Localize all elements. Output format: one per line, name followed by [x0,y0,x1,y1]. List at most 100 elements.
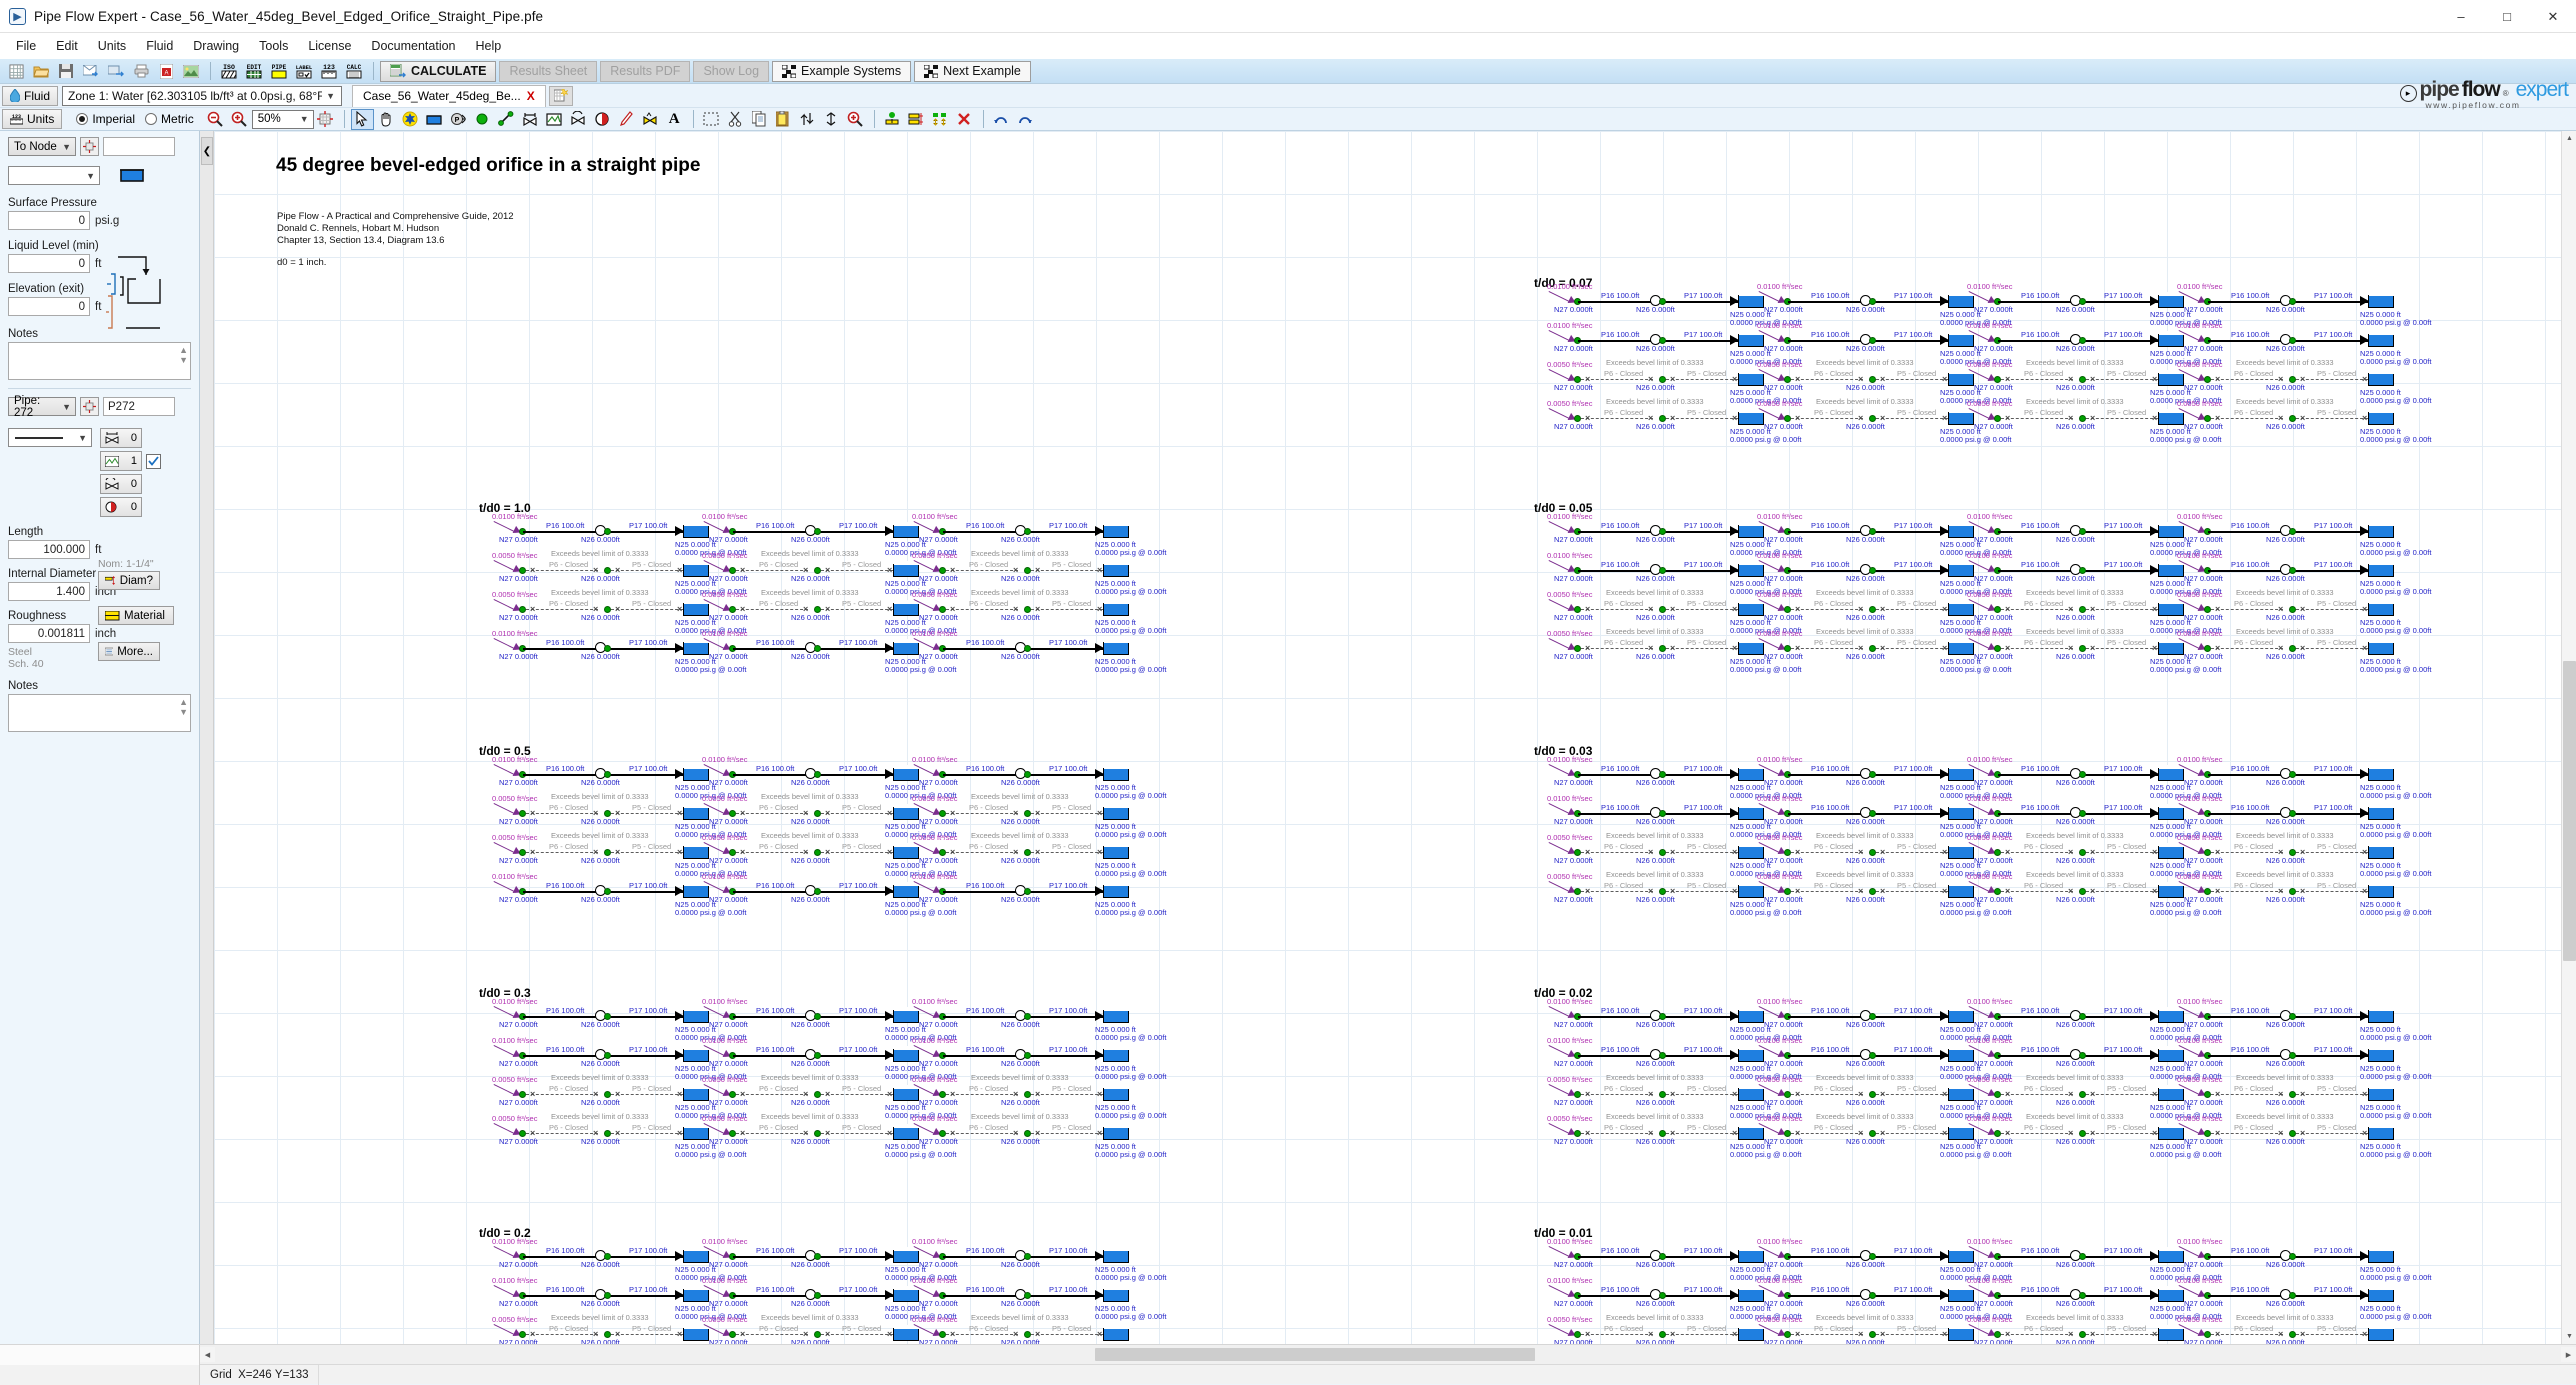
menu-units[interactable]: Units [88,36,136,56]
new-system-icon[interactable] [4,60,28,82]
paste-tool[interactable] [772,109,795,130]
zoom-out-icon[interactable] [204,109,227,130]
email-icon[interactable] [79,60,103,82]
close-button[interactable]: ✕ [2530,0,2576,33]
canvas-vertical-scrollbar[interactable]: ▲ ▼ [2561,131,2576,1344]
length-input[interactable]: 100.000 [8,540,90,559]
results-sheet-button[interactable]: Results Sheet [499,60,598,82]
internal-diameter-input[interactable]: 1.400 [8,582,90,601]
zoom-region-tool[interactable] [844,109,867,130]
control-valve-count[interactable]: 0 [100,497,142,517]
control-valve-tool[interactable] [567,109,590,130]
menu-file[interactable]: File [6,36,46,56]
save-file-icon[interactable] [54,60,78,82]
valve-tool[interactable] [519,109,542,130]
pump-count[interactable]: 0 [100,474,142,494]
menu-drawing[interactable]: Drawing [183,36,249,56]
image-export-icon[interactable] [179,60,203,82]
units-button[interactable]: 123 Units [2,109,63,129]
scroll-down-arrow[interactable]: ▼ [2562,1329,2576,1344]
fitting-tool[interactable] [639,109,662,130]
calc-mode-icon[interactable]: CALC [342,60,366,82]
numbers-mode-icon[interactable]: 123 [317,60,341,82]
component-enabled-checkbox[interactable] [146,453,161,469]
valve-count[interactable]: 0 [100,428,142,448]
pdf-icon[interactable]: A [154,60,178,82]
menu-documentation[interactable]: Documentation [361,36,465,56]
zoom-in-icon[interactable] [228,109,251,130]
undo-tool[interactable] [990,109,1013,130]
flip-horizontal-tool[interactable] [820,109,843,130]
text-tool[interactable]: A [663,109,686,130]
pipe-name-input[interactable]: P272 [103,397,175,416]
label-mode-icon[interactable]: LABEL [292,60,316,82]
fluid-button[interactable]: Fluid [2,85,59,106]
pipe-tool[interactable] [495,109,518,130]
pressure-node-tool[interactable]: P [447,109,470,130]
cut-tool[interactable] [724,109,747,130]
zone-fluid-select[interactable]: Zone 1: Water [62.303105 lb/ft³ at 0.0ps… [62,85,343,106]
material-button[interactable]: Material [98,606,174,625]
results-pdf-button[interactable]: Results PDF [600,60,691,82]
locate-node-icon[interactable] [80,137,99,156]
open-file-icon[interactable] [29,60,53,82]
component-tool[interactable] [591,109,614,130]
elevation-input[interactable]: 0 [8,297,90,316]
close-icon[interactable]: X [527,89,535,103]
tank-tool[interactable] [423,109,446,130]
vertical-scroll-thumb[interactable] [2563,661,2576,961]
marquee-select-tool[interactable] [700,109,723,130]
node-type-select[interactable]: To Node ▼ [8,137,76,156]
menu-tools[interactable]: Tools [249,36,298,56]
pen-tool[interactable] [615,109,638,130]
scroll-right-arrow[interactable]: ▶ [2561,1347,2576,1362]
horizontal-scroll-thumb[interactable] [1095,1347,1535,1361]
pipe-select[interactable]: Pipe: 272 ▼ [8,395,76,419]
node-notes-input[interactable]: ▲ ▼ [8,342,191,380]
scroll-up-arrow[interactable]: ▲ [2562,131,2576,146]
iso-view-icon[interactable]: ISO [217,60,241,82]
export-icon[interactable] [104,60,128,82]
drawing-canvas[interactable]: ❮ 45 degree bevel-edged orifice in a str… [200,131,2576,1344]
scroll-left-arrow[interactable]: ◀ [200,1347,215,1362]
node-name-input[interactable] [103,137,175,156]
component-count[interactable]: 1 [100,451,142,471]
new-document-icon[interactable] [548,85,573,106]
edit-mode-icon[interactable]: EDIT [242,60,266,82]
pump-tool[interactable] [543,109,566,130]
line-style-select[interactable]: ▼ [8,428,92,447]
copy-tool[interactable] [748,109,771,130]
node-tool[interactable] [471,109,494,130]
document-tab[interactable]: Case_56_Water_45deg_Be... X [352,84,546,107]
menu-license[interactable]: License [298,36,361,56]
notes-scroll-spinner[interactable]: ▲ ▼ [179,345,188,365]
show-log-button[interactable]: Show Log [693,60,770,82]
select-pointer-tool[interactable] [350,108,374,130]
liquid-level-input[interactable]: 0 [8,254,90,273]
menu-edit[interactable]: Edit [46,36,88,56]
canvas-horizontal-scrollbar[interactable]: ◀ ▶ [0,1344,2576,1365]
collapse-panel-icon[interactable]: ❮ [201,137,213,165]
print-icon[interactable] [129,60,153,82]
pipe-notes-input[interactable]: ▲ ▼ [8,694,191,732]
align-center-tool[interactable] [905,109,928,130]
distribute-tool[interactable] [929,109,952,130]
pan-hand-tool[interactable] [375,109,398,130]
align-node-tool[interactable] [881,109,904,130]
roughness-input[interactable]: 0.001811 [8,624,90,643]
flip-vertical-tool[interactable] [796,109,819,130]
calculate-button[interactable]: CALCULATE [380,60,497,82]
locate-pipe-icon[interactable] [80,397,99,416]
minimize-button[interactable]: – [2438,0,2484,33]
drawing-grid[interactable]: 45 degree bevel-edged orifice in a strai… [214,131,2576,1344]
pipe-mode-icon[interactable]: PIPE [267,60,291,82]
fit-to-grid-icon[interactable] [314,109,337,130]
delete-tool[interactable] [953,109,976,130]
zoom-level-select[interactable]: 50% ▼ [251,109,314,129]
magic-move-tool[interactable] [399,109,422,130]
diam-button[interactable]: Diam? [98,571,160,590]
menu-help[interactable]: Help [466,36,512,56]
imperial-radio[interactable]: Imperial [76,112,135,126]
tank-type-select[interactable]: ▼ [8,166,100,185]
surface-pressure-input[interactable]: 0 [8,211,90,230]
